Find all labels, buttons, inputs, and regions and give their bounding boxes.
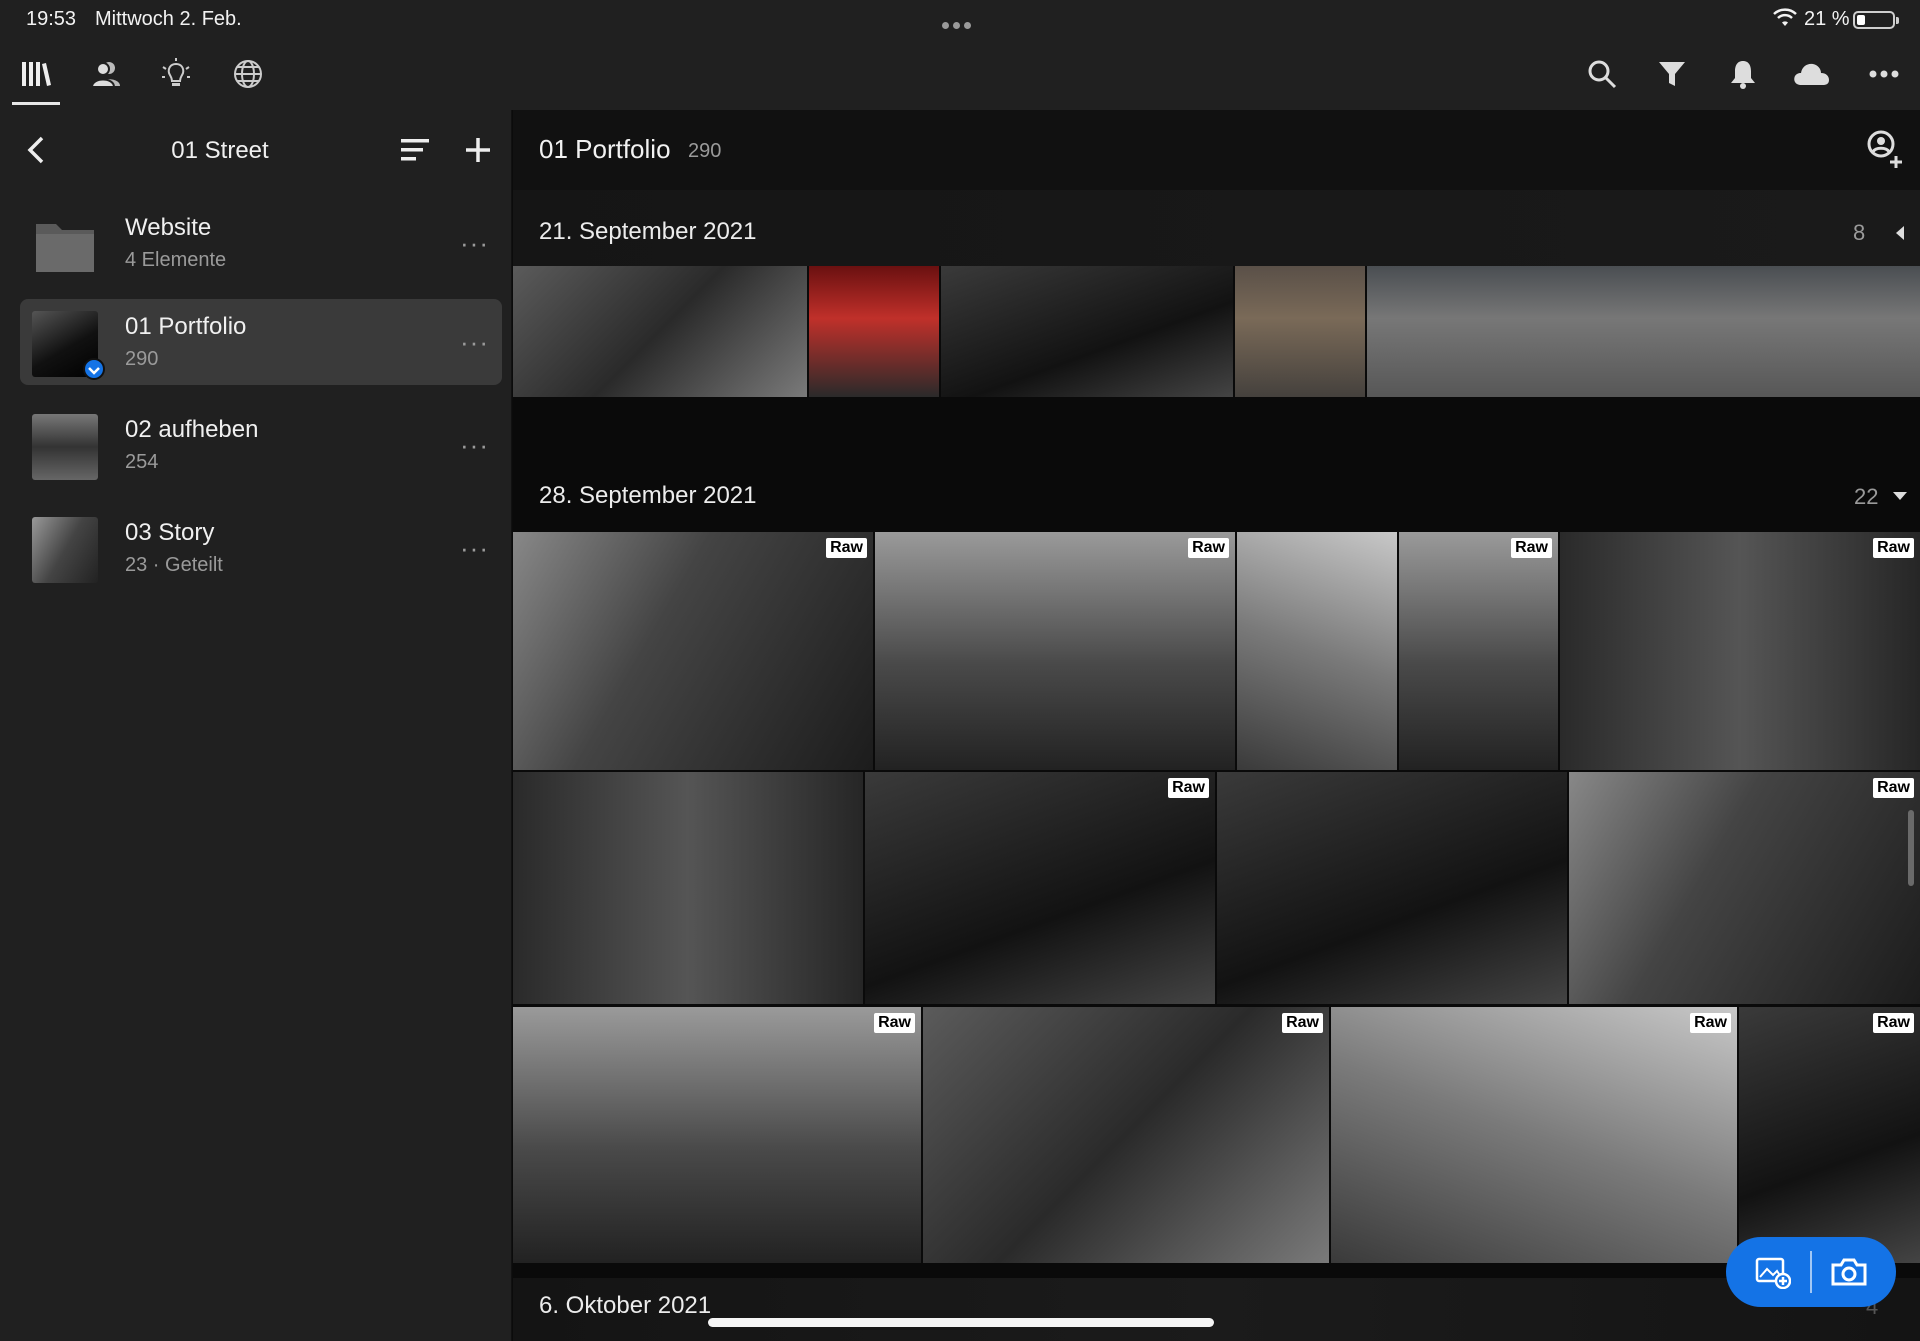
sidebar-item-sub: 254 xyxy=(125,451,159,473)
album-more-icon[interactable]: ··· xyxy=(460,430,492,460)
raw-badge: Raw xyxy=(1690,1013,1731,1033)
photo-thumbnail[interactable] xyxy=(513,266,807,397)
sidebar-item-sub: 4 Elemente xyxy=(125,249,227,271)
album-thumbnail xyxy=(32,517,98,583)
import-capture-fab xyxy=(1726,1237,1896,1307)
section-date-label: 28. September 2021 xyxy=(539,482,757,509)
battery-icon xyxy=(1853,11,1899,29)
sidebar-item-sub: 290 xyxy=(125,348,159,370)
photo-thumbnail[interactable]: Raw xyxy=(1560,532,1920,770)
active-tab-indicator xyxy=(12,102,60,105)
filter-icon[interactable] xyxy=(1652,54,1692,94)
raw-badge: Raw xyxy=(1511,538,1552,558)
photo-thumbnail[interactable]: Raw xyxy=(865,772,1215,1004)
status-bar: 19:53 Mittwoch 2. Feb. 21 % xyxy=(0,0,1920,40)
multitasking-dots-icon[interactable] xyxy=(942,16,978,29)
battery-percent: 21 % xyxy=(1804,8,1850,30)
album-count: 290 xyxy=(688,140,722,162)
fab-divider xyxy=(1810,1251,1812,1293)
section-date-label: 6. Oktober 2021 xyxy=(539,1292,712,1319)
top-toolbar xyxy=(0,40,1920,110)
photo-thumbnail[interactable] xyxy=(1237,532,1397,770)
sidebar-item-01-portfolio[interactable]: 01 Portfolio 290 ··· xyxy=(20,299,502,385)
people-icon[interactable] xyxy=(86,54,126,94)
album-more-icon[interactable]: ··· xyxy=(460,327,492,357)
search-icon[interactable] xyxy=(1582,54,1622,94)
add-photos-icon[interactable] xyxy=(1748,1251,1798,1293)
photo-thumbnail[interactable]: Raw xyxy=(513,1007,921,1263)
section-date-label: 21. September 2021 xyxy=(539,218,757,245)
sort-icon[interactable] xyxy=(398,132,434,168)
section-count: 8 xyxy=(1853,220,1866,245)
album-more-icon[interactable]: ··· xyxy=(460,228,492,258)
raw-badge: Raw xyxy=(1873,538,1914,558)
raw-badge: Raw xyxy=(1188,538,1229,558)
photo-thumbnail[interactable]: Raw xyxy=(513,532,873,770)
camera-icon[interactable] xyxy=(1824,1251,1874,1293)
share-people-icon[interactable] xyxy=(1863,128,1905,170)
photo-thumbnail[interactable]: Raw xyxy=(1399,532,1558,770)
album-thumbnail xyxy=(32,414,98,480)
photo-thumbnail[interactable]: Raw xyxy=(1739,1007,1920,1263)
raw-badge: Raw xyxy=(1873,778,1914,798)
expand-arrow-icon[interactable] xyxy=(1891,490,1909,502)
status-date: Mittwoch 2. Feb. xyxy=(95,8,242,30)
photo-thumbnail[interactable]: Raw xyxy=(1569,772,1920,1004)
raw-badge: Raw xyxy=(1282,1013,1323,1033)
photo-thumbnail[interactable]: Raw xyxy=(923,1007,1329,1263)
sidebar-item-sub: 23 · Geteilt xyxy=(125,554,223,576)
photo-thumbnail[interactable] xyxy=(1217,772,1567,1004)
sidebar-item-label: 02 aufheben xyxy=(125,416,259,443)
photo-thumbnail[interactable]: Raw xyxy=(875,532,1235,770)
sidebar-item-02-aufheben[interactable]: 02 aufheben 254 ··· xyxy=(20,402,502,488)
notification-bell-icon[interactable] xyxy=(1723,54,1763,94)
collapse-arrow-icon[interactable] xyxy=(1893,224,1907,242)
home-indicator[interactable] xyxy=(708,1318,1214,1327)
photo-thumbnail[interactable] xyxy=(513,772,863,1004)
sidebar-item-03-story[interactable]: 03 Story 23 · Geteilt ··· xyxy=(20,505,502,591)
sidebar-item-label: 03 Story xyxy=(125,519,215,546)
discover-globe-icon[interactable] xyxy=(228,54,268,94)
raw-badge: Raw xyxy=(1168,778,1209,798)
cloud-icon[interactable] xyxy=(1791,54,1831,94)
folder-icon xyxy=(36,224,94,272)
sidebar-title: 01 Street xyxy=(171,137,269,164)
section-header[interactable] xyxy=(513,1278,1920,1341)
photo-thumbnail[interactable] xyxy=(941,266,1233,397)
photo-thumbnail[interactable] xyxy=(809,266,939,397)
raw-badge: Raw xyxy=(874,1013,915,1033)
photo-thumbnail[interactable] xyxy=(1367,266,1920,397)
scrollbar[interactable] xyxy=(1908,810,1914,886)
album-sidebar: 01 Street Website 4 Elemente ··· 01 Port… xyxy=(0,110,512,1341)
photo-grid-panel: 01 Portfolio 290 21. September 2021 8 28… xyxy=(513,110,1920,1341)
sidebar-item-label: 01 Portfolio xyxy=(125,313,247,340)
status-time: 19:53 xyxy=(26,8,77,30)
raw-badge: Raw xyxy=(1873,1013,1914,1033)
raw-badge: Raw xyxy=(826,538,867,558)
sidebar-header: 01 Street xyxy=(0,110,512,190)
photo-thumbnail[interactable]: Raw xyxy=(1331,1007,1737,1263)
album-more-icon[interactable]: ··· xyxy=(460,533,492,563)
wifi-icon xyxy=(1773,8,1797,26)
sync-check-icon xyxy=(83,358,105,380)
app-window: 19:53 Mittwoch 2. Feb. 21 % 01 Street We… xyxy=(0,0,1920,1341)
add-album-icon[interactable] xyxy=(460,130,496,170)
section-count: 22 xyxy=(1854,484,1879,509)
sidebar-item-label: Website xyxy=(125,214,212,241)
photo-thumbnail[interactable] xyxy=(1235,266,1365,397)
album-title: 01 Portfolio xyxy=(539,134,671,164)
learn-bulb-icon[interactable] xyxy=(156,54,196,94)
sidebar-item-website[interactable]: Website 4 Elemente ··· xyxy=(20,200,502,286)
more-icon[interactable] xyxy=(1864,54,1904,94)
album-header: 01 Portfolio 290 xyxy=(513,110,1920,190)
library-icon[interactable] xyxy=(16,54,56,94)
